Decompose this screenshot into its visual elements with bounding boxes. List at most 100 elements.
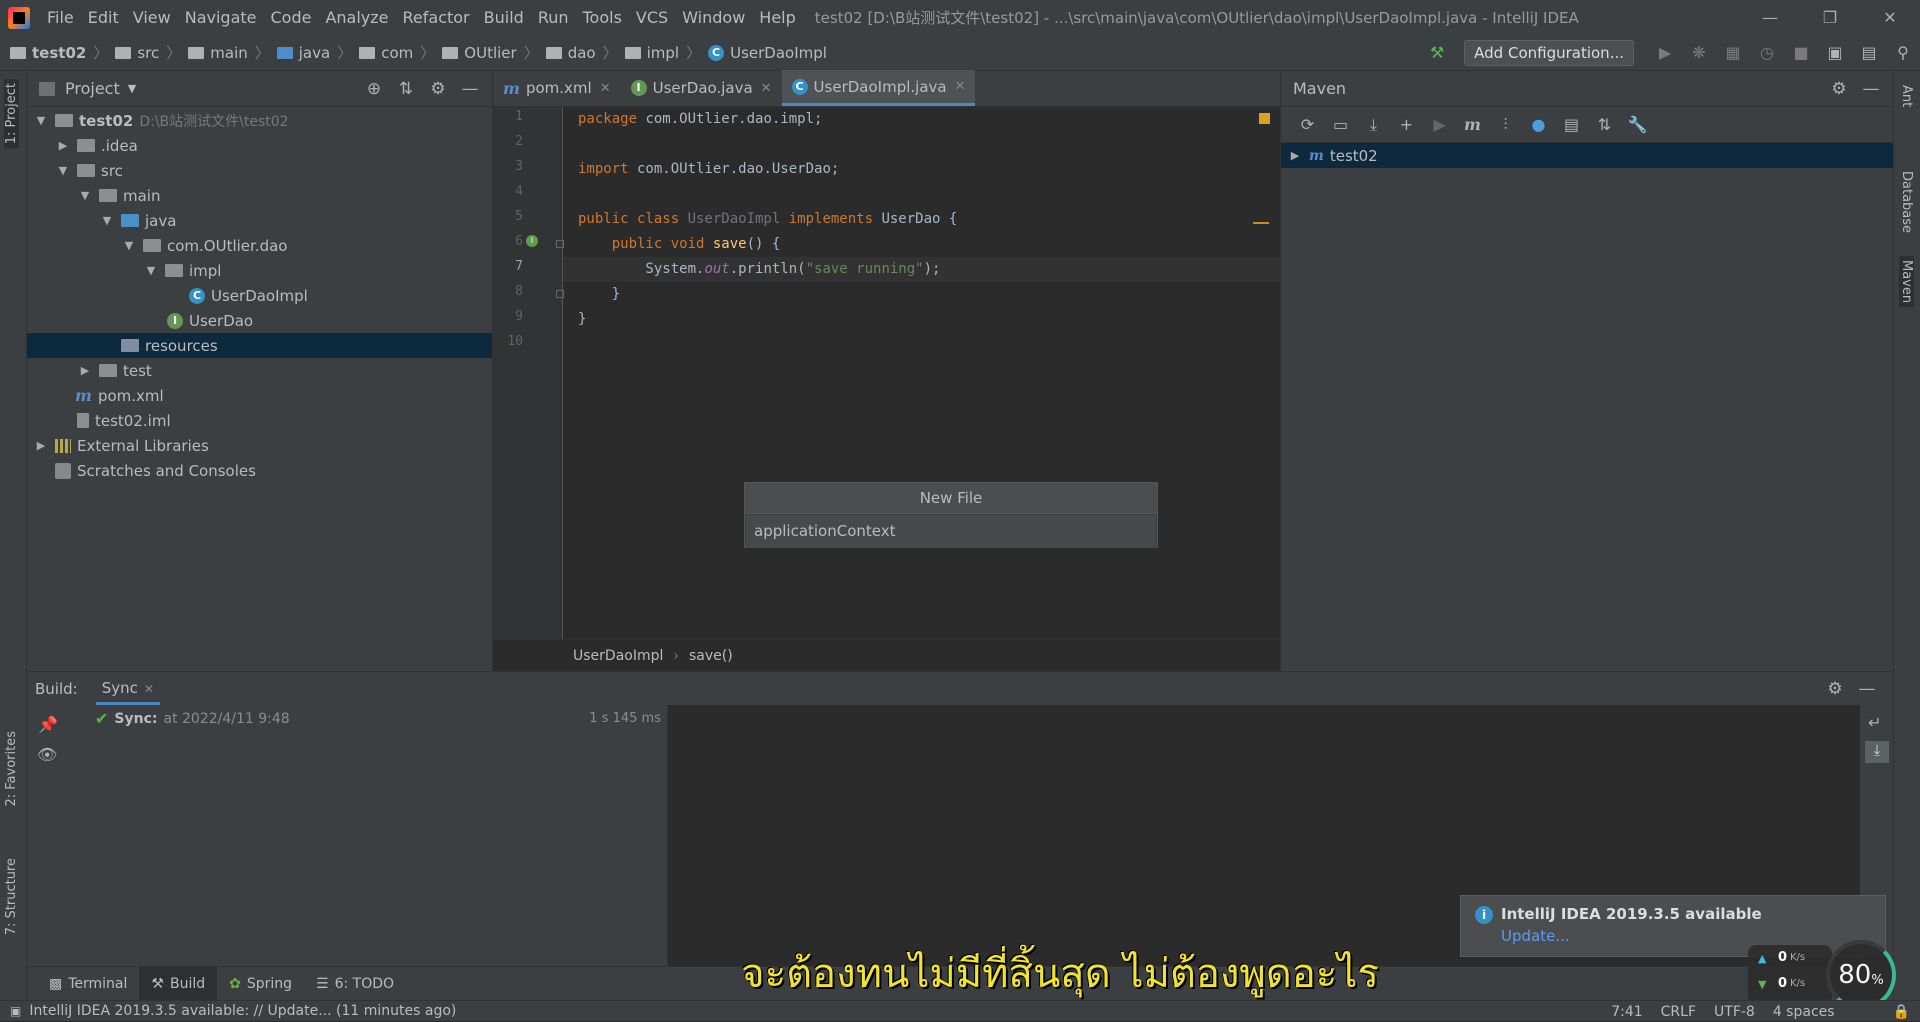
database-tool-tab[interactable]: Database bbox=[1899, 171, 1914, 233]
project-tool-tab[interactable]: 1: Project bbox=[4, 79, 19, 149]
tree-item-idea[interactable]: ▶ .idea bbox=[27, 133, 492, 158]
tree-item-java[interactable]: ▼ java bbox=[27, 208, 492, 233]
new-file-name-input[interactable]: applicationContext bbox=[746, 515, 1156, 548]
tree-item-pom[interactable]: m pom.xml bbox=[27, 383, 492, 408]
indent-settings[interactable]: 4 spaces bbox=[1773, 1004, 1835, 1020]
menu-edit[interactable]: Edit bbox=[81, 0, 126, 35]
crumb-dao[interactable]: dao bbox=[568, 44, 596, 62]
project-structure-icon[interactable]: ▣ bbox=[1824, 42, 1846, 64]
status-message[interactable]: IntelliJ IDEA 2019.3.5 available: // Upd… bbox=[29, 1003, 456, 1019]
maven-project-row[interactable]: ▶ m test02 bbox=[1281, 143, 1893, 168]
favorites-tool-tab[interactable]: 2: Favorites bbox=[4, 731, 19, 807]
scroll-to-end-icon[interactable]: ⤓ bbox=[1865, 741, 1889, 763]
chevron-down-icon[interactable]: ▼ bbox=[128, 82, 136, 95]
gear-icon[interactable]: ⚙ bbox=[422, 79, 454, 99]
lock-icon[interactable]: 🔒 bbox=[1893, 1004, 1910, 1020]
build-tool-tab[interactable]: ⚒ Build bbox=[139, 966, 218, 1001]
tree-item-test[interactable]: ▶ test bbox=[27, 358, 492, 383]
gear-icon[interactable]: ⚙ bbox=[1823, 79, 1855, 99]
crumb-java[interactable]: java bbox=[299, 44, 330, 62]
menu-code[interactable]: Code bbox=[264, 0, 319, 35]
crumb-com[interactable]: com bbox=[381, 44, 413, 62]
skip-tests-icon[interactable]: ● bbox=[1522, 115, 1555, 134]
tree-item-src[interactable]: ▼ src bbox=[27, 158, 492, 183]
chevron-down-icon[interactable]: ▼ bbox=[101, 214, 113, 227]
chevron-right-icon[interactable]: ▶ bbox=[57, 139, 69, 152]
line-separator[interactable]: CRLF bbox=[1661, 1004, 1696, 1020]
tree-item-userdao[interactable]: I UserDao bbox=[27, 308, 492, 333]
warning-marker-icon[interactable] bbox=[1259, 113, 1270, 124]
menu-view[interactable]: View bbox=[126, 0, 178, 35]
hide-icon[interactable]: — bbox=[454, 79, 486, 99]
chevron-down-icon[interactable]: ▼ bbox=[35, 114, 47, 127]
gear-icon[interactable]: ⚙ bbox=[1819, 679, 1851, 699]
toggle-offline-icon[interactable]: ⫶ bbox=[1489, 115, 1522, 135]
wrench-icon[interactable]: 🔧 bbox=[1621, 115, 1654, 134]
chevron-down-icon[interactable]: ▼ bbox=[57, 164, 69, 177]
menu-tools[interactable]: Tools bbox=[576, 0, 629, 35]
hide-icon[interactable]: — bbox=[1855, 79, 1887, 99]
crumb-outlier[interactable]: OUtlier bbox=[464, 44, 516, 62]
editor-crumb-class[interactable]: UserDaoImpl bbox=[573, 648, 663, 664]
minimize-button[interactable]: — bbox=[1740, 0, 1800, 35]
menu-run[interactable]: Run bbox=[531, 0, 576, 35]
search-icon[interactable]: ⚲ bbox=[1892, 42, 1914, 64]
download-icon[interactable]: ⤓ bbox=[1357, 115, 1390, 135]
pin-icon[interactable]: 📌 bbox=[38, 715, 58, 734]
chevron-right-icon[interactable]: ▶ bbox=[79, 364, 91, 377]
tree-item-test02[interactable]: ▼ test02 D:\B站测试文件\test02 bbox=[27, 108, 492, 133]
crumb-impl[interactable]: impl bbox=[647, 44, 679, 62]
collapse-all-icon[interactable]: ⇅ bbox=[390, 79, 422, 99]
locate-icon[interactable]: ⊕ bbox=[358, 79, 390, 99]
tab-userdaoimpl-java[interactable]: C UserDaoImpl.java ✕ bbox=[781, 70, 976, 106]
chevron-down-icon[interactable]: ▼ bbox=[145, 264, 157, 277]
editor-crumb-method[interactable]: save() bbox=[689, 648, 733, 664]
code-area[interactable]: package com.OUtlier.dao.impl; import com… bbox=[563, 107, 1280, 639]
caret-position[interactable]: 7:41 bbox=[1611, 1004, 1642, 1020]
chevron-down-icon[interactable]: ▼ bbox=[123, 239, 135, 252]
menu-window[interactable]: Window bbox=[675, 0, 752, 35]
crumb-test02[interactable]: test02 bbox=[32, 44, 86, 62]
file-encoding[interactable]: UTF-8 bbox=[1714, 1004, 1755, 1020]
add-icon[interactable]: + bbox=[1390, 115, 1423, 134]
tab-pom-xml[interactable]: m pom.xml ✕ bbox=[493, 70, 621, 106]
maven-tool-tab[interactable]: Maven bbox=[1899, 256, 1914, 308]
project-panel-title[interactable]: Project bbox=[65, 79, 120, 98]
terminal-tool-tab[interactable]: ▩ Terminal bbox=[37, 967, 139, 1001]
profile-icon[interactable]: ◷ bbox=[1756, 42, 1778, 64]
tree-item-iml[interactable]: test02.iml bbox=[27, 408, 492, 433]
show-dependencies-icon[interactable]: ▤ bbox=[1555, 115, 1588, 134]
menu-build[interactable]: Build bbox=[477, 0, 531, 35]
chevron-down-icon[interactable]: ▼ bbox=[79, 189, 91, 202]
chevron-right-icon[interactable]: ▶ bbox=[35, 439, 47, 452]
maven-goal-icon[interactable]: m bbox=[1456, 115, 1489, 134]
generate-sources-icon[interactable]: ▭ bbox=[1324, 115, 1357, 134]
tree-item-main[interactable]: ▼ main bbox=[27, 183, 492, 208]
layout-icon[interactable]: ▤ bbox=[1858, 42, 1880, 64]
tree-item-userdaoimpl[interactable]: C UserDaoImpl bbox=[27, 283, 492, 308]
stop-icon[interactable]: ■ bbox=[1790, 42, 1812, 64]
tab-userdao-java[interactable]: I UserDao.java ✕ bbox=[621, 70, 782, 106]
coverage-icon[interactable]: ▦ bbox=[1722, 42, 1744, 64]
tree-item-scratches[interactable]: Scratches and Consoles bbox=[27, 458, 492, 483]
collapse-all-icon[interactable]: ⇅ bbox=[1588, 115, 1621, 134]
structure-tool-tab[interactable]: 7: Structure bbox=[4, 858, 19, 935]
menu-help[interactable]: Help bbox=[752, 0, 802, 35]
reload-icon[interactable]: ⟳ bbox=[1291, 115, 1324, 134]
toggle-tool-windows-icon[interactable]: ▣ bbox=[10, 1004, 21, 1018]
tab-sync[interactable]: Sync ✕ bbox=[95, 672, 160, 705]
menu-analyze[interactable]: Analyze bbox=[318, 0, 395, 35]
crumb-main[interactable]: main bbox=[210, 44, 247, 62]
debug-icon[interactable]: ❋ bbox=[1688, 42, 1710, 64]
restore-button[interactable]: ❐ bbox=[1800, 0, 1860, 35]
close-icon[interactable]: ✕ bbox=[600, 81, 611, 96]
close-icon[interactable]: ✕ bbox=[955, 79, 966, 94]
run-icon[interactable]: ▶ bbox=[1654, 42, 1676, 64]
crumb-userdaoimpl[interactable]: UserDaoImpl bbox=[730, 44, 827, 62]
hide-icon[interactable]: — bbox=[1851, 679, 1883, 699]
update-link[interactable]: Update... bbox=[1501, 927, 1570, 945]
menu-vcs[interactable]: VCS bbox=[629, 0, 675, 35]
tree-item-resources[interactable]: resources bbox=[27, 333, 492, 358]
tree-item-impl[interactable]: ▼ impl bbox=[27, 258, 492, 283]
tree-item-package-dao[interactable]: ▼ com.OUtlier.dao bbox=[27, 233, 492, 258]
